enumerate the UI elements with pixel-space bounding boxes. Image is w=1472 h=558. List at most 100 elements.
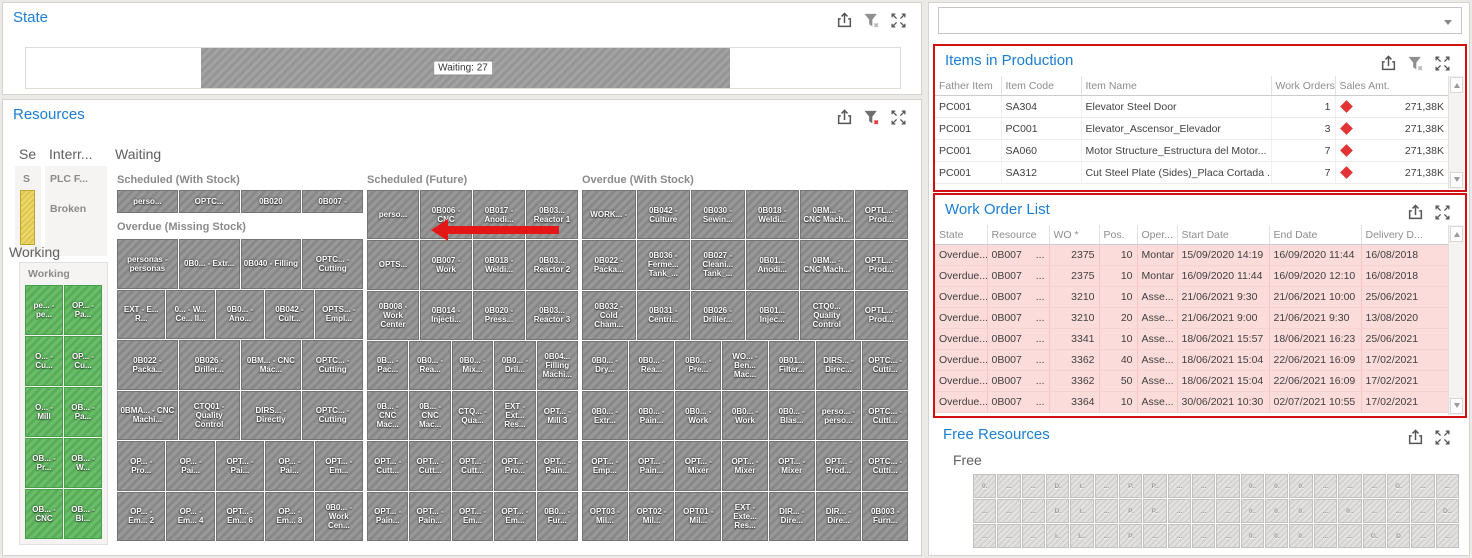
resource-tile[interactable]: 0B01... Filter... xyxy=(768,340,815,391)
resource-tile[interactable]: 0BM... - CNC Mac... xyxy=(240,340,302,390)
resource-tile[interactable]: 0B018 - Weldi... xyxy=(473,240,525,290)
resource-tile[interactable]: OPTL... - Prod... xyxy=(854,290,908,340)
resource-tile[interactable]: 0B026 - Driller... xyxy=(691,290,745,340)
resource-tile[interactable]: DIRS... - Direc... xyxy=(815,340,862,391)
free-resource-tile[interactable]: ... xyxy=(1094,524,1119,548)
free-resource-tile[interactable]: ... xyxy=(1021,474,1046,498)
maximize-icon[interactable] xyxy=(1434,55,1451,72)
free-resource-tile[interactable]: P.. xyxy=(1143,474,1167,498)
free-resource-tile[interactable]: 0. xyxy=(1289,524,1313,548)
column-header[interactable]: Pos. xyxy=(1099,225,1138,245)
resource-tile[interactable]: OPT... - Mixer xyxy=(768,441,815,491)
resource-tile[interactable]: OP... - Pro... xyxy=(117,441,166,491)
resource-tile[interactable]: 0B03... Reactor 3 xyxy=(526,290,578,340)
maximize-icon[interactable] xyxy=(890,12,907,29)
work-order-scrollbar[interactable] xyxy=(1448,225,1464,415)
free-resource-tile[interactable]: ... xyxy=(1362,474,1386,498)
table-row[interactable]: Overdue... 0B007... 3364 10 Asse... 30/06/202… xyxy=(935,391,1449,413)
resource-tile[interactable]: OPT... - Cutt... xyxy=(451,441,494,491)
column-header[interactable]: Oper... xyxy=(1137,225,1178,245)
resource-tile[interactable]: OPT03 - Mil... xyxy=(582,491,628,541)
table-row[interactable]: Overdue... 0B007... 3362 40 Asse... 18/06/202… xyxy=(935,349,1449,371)
resource-tile[interactable]: OPTC... xyxy=(178,190,240,213)
working-resource-tile[interactable]: O... - Mill xyxy=(25,387,63,437)
resource-tile[interactable]: EXT - E... R... xyxy=(117,289,166,339)
resource-tile[interactable]: 0B031 - Centri... xyxy=(636,290,690,340)
resource-tile[interactable]: OP... - Em... 2 xyxy=(117,491,166,541)
free-resource-tile[interactable]: ... xyxy=(1192,499,1216,523)
resource-tile[interactable]: OPTS... xyxy=(367,240,419,290)
free-resource-tile[interactable]: ... xyxy=(1216,524,1240,548)
column-header[interactable]: Sales Amt. xyxy=(1335,76,1449,96)
resource-tile[interactable]: perso... - perso... xyxy=(815,391,862,441)
free-resource-tile[interactable]: I.. xyxy=(1070,499,1094,523)
resource-tile[interactable]: 0B007 - xyxy=(302,190,363,213)
resource-tile[interactable]: OPT... - Pro... xyxy=(494,441,536,491)
resource-tile[interactable]: 0B042 - Cult... xyxy=(265,289,314,339)
free-resource-tile[interactable]: ... xyxy=(1192,474,1216,498)
column-header[interactable]: Item Code xyxy=(1001,76,1082,96)
scroll-up-button[interactable] xyxy=(1450,77,1463,93)
free-resource-tile[interactable]: 0. xyxy=(1265,499,1289,523)
column-header[interactable]: Father Item xyxy=(935,76,1002,96)
free-resource-tile[interactable]: ... xyxy=(997,474,1021,498)
working-resource-tile[interactable]: OB... - W... xyxy=(64,438,102,488)
resource-tile[interactable]: OPT... - Cutt... xyxy=(409,441,451,491)
free-resource-tile[interactable]: D xyxy=(1386,524,1411,548)
free-resource-tile[interactable]: ... xyxy=(1386,499,1411,523)
free-resource-tile[interactable]: 0. xyxy=(973,474,997,498)
maximize-icon[interactable] xyxy=(890,109,907,126)
free-resource-tile[interactable]: ... xyxy=(1094,499,1119,523)
resource-tile[interactable]: OPTC... - Cutting xyxy=(302,340,363,390)
resource-tile[interactable]: WO... - Ben... Mac... xyxy=(722,340,768,391)
table-row[interactable]: Overdue... 0B007... 2375 10 Montar 16/09/2020… xyxy=(935,265,1449,287)
resource-tile[interactable]: OPT... - Em... xyxy=(314,441,364,491)
free-resource-tile[interactable]: 0.. xyxy=(1240,499,1265,523)
free-resource-tile[interactable]: ... xyxy=(1411,474,1435,498)
scroll-down-button[interactable] xyxy=(1450,398,1463,414)
resource-tile[interactable]: OP... - Pai... xyxy=(166,441,215,491)
resource-tile[interactable]: OPTC... - Cutting xyxy=(302,390,363,440)
resource-tile[interactable]: WORK... - xyxy=(582,190,636,240)
table-row[interactable]: Overdue... 0B007... 3362 50 Asse... 18/06/202… xyxy=(935,370,1449,392)
working-resource-tile[interactable]: OP... - Pa... xyxy=(64,285,102,335)
free-resource-tile[interactable]: P.. xyxy=(1143,499,1167,523)
resource-tile[interactable]: 0B0... - Work Cen... xyxy=(314,491,364,541)
table-row[interactable]: PC001 SA060 Motor Structure_Estructura del… xyxy=(935,139,1449,162)
free-resource-tile[interactable]: ... xyxy=(973,524,997,548)
free-resource-tile[interactable]: ... xyxy=(1313,499,1338,523)
resource-tile[interactable]: OPT... - Mill 3 xyxy=(536,391,579,441)
clear-filter-active-icon[interactable] xyxy=(863,109,880,126)
working-resource-tile[interactable]: pe... - pe... xyxy=(25,285,63,335)
resource-tile[interactable]: 0B027 - Cleani... Tank_... xyxy=(691,240,745,290)
resource-tile[interactable]: OPT02 - Mil... xyxy=(628,491,675,541)
resource-tile[interactable]: 0B0... - Work xyxy=(722,391,768,441)
free-resource-tile[interactable]: ... xyxy=(1216,474,1240,498)
column-header[interactable]: Item Name xyxy=(1081,76,1272,96)
clear-filter-icon[interactable] xyxy=(1407,55,1424,72)
resource-tile[interactable]: 0BMA... - CNC Machi... xyxy=(117,390,178,440)
resource-tile[interactable]: 0B03... Reactor 2 xyxy=(526,240,578,290)
resource-tile[interactable]: 0B020 xyxy=(240,190,302,213)
working-resource-tile[interactable]: O... - Cu... xyxy=(25,336,63,386)
free-resource-tile[interactable]: ... xyxy=(1362,499,1386,523)
resource-tile[interactable]: 0B003 - Furn... xyxy=(862,491,909,541)
working-resource-tile[interactable]: OB... - Pa... xyxy=(64,387,102,437)
resource-tile[interactable]: EXT - Exte... Res... xyxy=(722,491,768,541)
resource-tile[interactable]: OPTL... - Prod... xyxy=(854,240,908,290)
column-header[interactable]: Delivery D... xyxy=(1361,225,1449,245)
resource-tile[interactable]: OPT... - Pain... xyxy=(409,491,451,541)
resource-tile[interactable]: 0B030 - Sewin... xyxy=(691,190,745,240)
setup-resource-tile[interactable] xyxy=(20,190,35,245)
resource-tile[interactable]: 0B0... - Dril... xyxy=(494,340,536,391)
working-resource-tile[interactable]: OB... - CNC xyxy=(25,489,63,539)
table-row[interactable]: Overdue... 0B007... 3341 10 Asse... 18/06/202… xyxy=(935,328,1449,350)
resource-tile[interactable]: 0B0... - Mix... xyxy=(451,340,494,391)
free-resource-tile[interactable]: 0.. xyxy=(1240,524,1265,548)
resource-tile[interactable]: 0B017 - Anodi... xyxy=(473,190,525,240)
free-resource-tile[interactable]: P. xyxy=(1119,524,1143,548)
free-resource-tile[interactable]: ... xyxy=(997,524,1021,548)
column-header[interactable]: State xyxy=(935,225,988,245)
free-resource-tile[interactable]: 0. xyxy=(1289,474,1313,498)
free-resource-tile[interactable]: ... xyxy=(1216,499,1240,523)
